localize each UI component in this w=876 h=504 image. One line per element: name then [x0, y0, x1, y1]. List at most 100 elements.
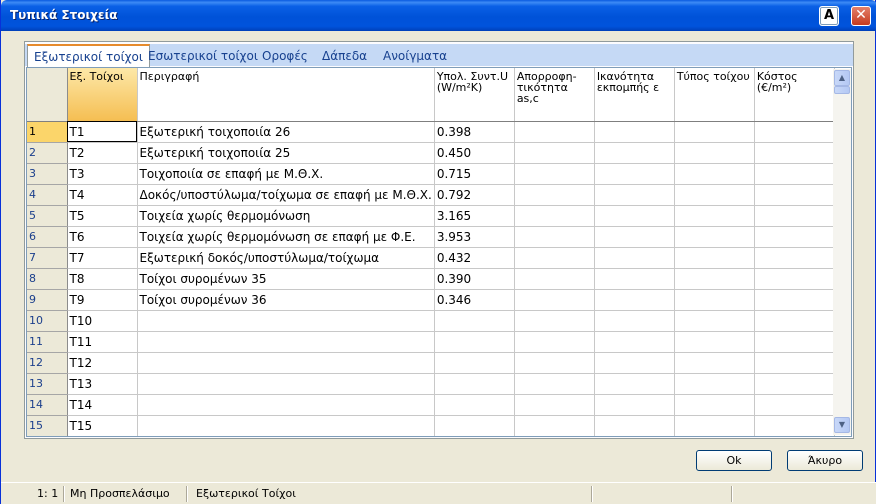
cell-description[interactable] — [137, 373, 435, 395]
cell-code[interactable]: T10 — [67, 310, 138, 332]
cell-emissivity[interactable] — [594, 352, 675, 374]
cell-u-value[interactable] — [434, 373, 515, 395]
cell-cost[interactable] — [754, 331, 835, 353]
help-button[interactable]: A — [819, 6, 839, 26]
cell-u-value[interactable]: 0.398 — [434, 121, 515, 143]
cell-cost[interactable] — [754, 142, 835, 164]
cell-wall-type[interactable] — [674, 289, 755, 311]
cell-emissivity[interactable] — [594, 184, 675, 206]
cell-cost[interactable] — [754, 163, 835, 185]
cell-emissivity[interactable] — [594, 415, 675, 436]
table-row[interactable]: 9 T9 Τοίχοι συρομένων 36 0.346 — [27, 289, 835, 311]
cell-absorptance[interactable] — [514, 121, 595, 143]
table-row[interactable]: 10 T10 — [27, 310, 835, 332]
cell-u-value[interactable]: 3.165 — [434, 205, 515, 227]
cell-u-value[interactable]: 0.346 — [434, 289, 515, 311]
cell-code[interactable]: T1 — [67, 121, 138, 143]
cell-emissivity[interactable] — [594, 163, 675, 185]
cell-absorptance[interactable] — [514, 289, 595, 311]
cell-cost[interactable] — [754, 226, 835, 248]
cell-code[interactable]: T11 — [67, 331, 138, 353]
table-row[interactable]: 1 T1 Εξωτερική τοιχοποιία 26 0.398 — [27, 121, 835, 143]
cell-wall-type[interactable] — [674, 310, 755, 332]
cell-absorptance[interactable] — [514, 205, 595, 227]
cell-emissivity[interactable] — [594, 289, 675, 311]
col-header-absorptance[interactable]: Απορροφη- τικότητα as,c — [514, 68, 595, 122]
cell-emissivity[interactable] — [594, 205, 675, 227]
cancel-button[interactable]: Άκυρο — [787, 450, 863, 471]
cell-emissivity[interactable] — [594, 142, 675, 164]
cell-cost[interactable] — [754, 289, 835, 311]
cell-wall-type[interactable] — [674, 352, 755, 374]
cell-absorptance[interactable] — [514, 184, 595, 206]
cell-u-value[interactable]: 0.390 — [434, 268, 515, 290]
col-header-wall-type[interactable]: Τύπος τοίχου — [674, 68, 755, 122]
table-row[interactable]: 8 T8 Τοίχοι συρομένων 35 0.390 — [27, 268, 835, 290]
cell-wall-type[interactable] — [674, 142, 755, 164]
tab-external-walls[interactable]: Εξωτερικοί τοίχοι — [27, 44, 150, 67]
cell-cost[interactable] — [754, 352, 835, 374]
col-header-code[interactable]: Εξ. Τοίχοι — [67, 68, 138, 122]
cell-description[interactable]: Τοίχοι συρομένων 36 — [137, 289, 435, 311]
cell-absorptance[interactable] — [514, 247, 595, 269]
cell-cost[interactable] — [754, 247, 835, 269]
cell-absorptance[interactable] — [514, 226, 595, 248]
title-bar[interactable]: Τυπικά Στοιχεία A ✕ — [1, 0, 876, 31]
cell-emissivity[interactable] — [594, 373, 675, 395]
cell-wall-type[interactable] — [674, 163, 755, 185]
cell-cost[interactable] — [754, 394, 835, 416]
cell-emissivity[interactable] — [594, 226, 675, 248]
cell-code[interactable]: T6 — [67, 226, 138, 248]
close-button[interactable]: ✕ — [851, 6, 871, 26]
cell-wall-type[interactable] — [674, 394, 755, 416]
cell-u-value[interactable]: 3.953 — [434, 226, 515, 248]
cell-u-value[interactable] — [434, 415, 515, 436]
cell-absorptance[interactable] — [514, 142, 595, 164]
cell-wall-type[interactable] — [674, 121, 755, 143]
cell-code[interactable]: T15 — [67, 415, 138, 436]
cell-cost[interactable] — [754, 268, 835, 290]
col-header-cost[interactable]: Κόστος (€/m²) — [754, 68, 835, 122]
vertical-scrollbar[interactable]: ▲ ▼ — [833, 69, 851, 435]
cell-emissivity[interactable] — [594, 247, 675, 269]
cell-u-value[interactable] — [434, 352, 515, 374]
cell-emissivity[interactable] — [594, 394, 675, 416]
cell-wall-type[interactable] — [674, 268, 755, 290]
table-row[interactable]: 6 T6 Τοιχεία χωρίς θερμομόνωση σε επαφή με… — [27, 226, 835, 248]
cell-cost[interactable] — [754, 184, 835, 206]
tab-floors[interactable]: Δάπεδα — [322, 46, 367, 66]
cell-description[interactable] — [137, 394, 435, 416]
cell-description[interactable]: Εξωτερική τοιχοποιία 26 — [137, 121, 435, 143]
table-row[interactable]: 14 T14 — [27, 394, 835, 416]
cell-description[interactable] — [137, 352, 435, 374]
cell-u-value[interactable] — [434, 394, 515, 416]
cell-absorptance[interactable] — [514, 310, 595, 332]
cell-cost[interactable] — [754, 415, 835, 436]
tab-internal-walls[interactable]: Εσωτερικοί τοίχοι — [148, 46, 258, 66]
cell-wall-type[interactable] — [674, 373, 755, 395]
cell-description[interactable] — [137, 415, 435, 436]
cell-code[interactable]: T8 — [67, 268, 138, 290]
table-row[interactable]: 3 T3 Τοιχοποιία σε επαφή με Μ.Θ.Χ. 0.715 — [27, 163, 835, 185]
cell-code[interactable]: T7 — [67, 247, 138, 269]
cell-u-value[interactable] — [434, 310, 515, 332]
cell-description[interactable]: Εξωτερική δοκός/υποστύλωμα/τοίχωμα — [137, 247, 435, 269]
cell-wall-type[interactable] — [674, 415, 755, 436]
cell-u-value[interactable]: 0.450 — [434, 142, 515, 164]
cell-cost[interactable] — [754, 373, 835, 395]
table-row[interactable]: 7 T7 Εξωτερική δοκός/υποστύλωμα/τοίχωμα 0.4… — [27, 247, 835, 269]
cell-absorptance[interactable] — [514, 373, 595, 395]
cell-code[interactable]: T5 — [67, 205, 138, 227]
table-row[interactable]: 11 T11 — [27, 331, 835, 353]
cell-absorptance[interactable] — [514, 331, 595, 353]
col-header-emissivity[interactable]: Ικανότητα εκπομπής ε — [594, 68, 675, 122]
scroll-down-icon[interactable]: ▼ — [834, 417, 850, 433]
table-row[interactable]: 13 T13 — [27, 373, 835, 395]
cell-absorptance[interactable] — [514, 352, 595, 374]
cell-description[interactable]: Δοκός/υποστύλωμα/τοίχωμα σε επαφή με Μ.Θ… — [137, 184, 435, 206]
tab-ceilings[interactable]: Οροφές — [262, 46, 308, 66]
scroll-thumb[interactable] — [834, 86, 850, 94]
col-header-u-value[interactable]: Υπολ. Συντ.U (W/m²K) — [434, 68, 515, 122]
cell-wall-type[interactable] — [674, 184, 755, 206]
cell-emissivity[interactable] — [594, 268, 675, 290]
